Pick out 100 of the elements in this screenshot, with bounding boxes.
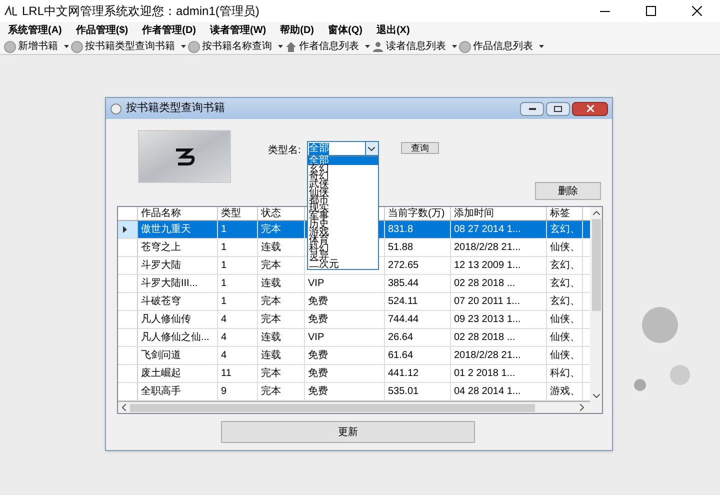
table-cell: 废土崛起 <box>138 365 218 382</box>
table-cell: 傲世九重天 <box>138 221 218 238</box>
table-cell: 斗破苍穹 <box>138 293 218 310</box>
dropdown-option[interactable]: 现实 <box>308 205 378 213</box>
toolbar-button[interactable]: 作者信息列表 <box>285 39 370 54</box>
refresh-button[interactable]: 更新 <box>221 421 475 443</box>
delete-button[interactable]: 删除 <box>535 182 601 200</box>
restore-button[interactable] <box>546 102 570 116</box>
dropdown-option[interactable]: 二次元 <box>308 261 378 269</box>
table-cell: 免费 <box>305 365 385 382</box>
menu-item[interactable]: 系统管理(A) <box>8 23 62 38</box>
table-cell: 完本 <box>258 257 305 274</box>
toolbar-button[interactable]: 按书籍类型查询书籍 <box>71 39 186 54</box>
menu-item[interactable]: 退出(X) <box>376 23 410 38</box>
type-label: 类型名: <box>268 144 301 158</box>
menu-item[interactable]: 窗体(Q) <box>328 23 362 38</box>
dropdown-arrow-button[interactable] <box>364 142 378 155</box>
toolbar-button[interactable]: 按书籍名称查询 <box>188 39 283 54</box>
table-cell: 07 20 2011 1... <box>451 293 547 310</box>
app-icon <box>110 102 122 114</box>
menu-item[interactable]: 作品管理($) <box>76 23 128 38</box>
dropdown-option[interactable]: 全部 <box>308 157 378 165</box>
table-cell: 1 <box>218 293 258 310</box>
column-header[interactable]: 当前字数(万) <box>385 207 451 220</box>
column-header[interactable]: 类型 <box>218 207 258 220</box>
table-cell: 744.44 <box>385 311 451 328</box>
type-dropdown[interactable]: 全部 <box>306 141 379 156</box>
table-cell: 连载 <box>258 275 305 292</box>
circle-icon <box>4 40 16 52</box>
table-cell: 完本 <box>258 365 305 382</box>
toolbar-button[interactable]: 新增书籍 <box>4 39 69 54</box>
table-cell: 08 27 2014 1... <box>451 221 547 238</box>
table-cell: 02 28 2018 ... <box>451 329 547 346</box>
close-icon <box>692 6 702 16</box>
table-cell: 玄幻、 <box>547 275 583 292</box>
dropdown-option[interactable]: 科幻 <box>308 245 378 253</box>
table-cell: VIP <box>305 275 385 292</box>
dropdown-option[interactable]: 历史 <box>308 221 378 229</box>
app-icon <box>4 5 18 17</box>
column-header[interactable]: 作品名称 <box>138 207 218 220</box>
table-cell: 385.44 <box>385 275 451 292</box>
vertical-scrollbar[interactable] <box>590 207 602 402</box>
table-cell: 2018/2/28 21... <box>451 239 547 256</box>
person-icon <box>372 40 384 52</box>
table-cell: 仙侠、 <box>547 239 583 256</box>
column-header[interactable]: 状态 <box>258 207 305 220</box>
table-cell: 免费 <box>305 347 385 364</box>
table-cell: 4 <box>218 311 258 328</box>
table-cell: 斗罗大陆 <box>138 257 218 274</box>
table-cell: 1 <box>218 257 258 274</box>
menu-item[interactable]: 作者管理(D) <box>142 23 196 38</box>
table-cell: 1 <box>218 221 258 238</box>
scrollbar-thumb[interactable] <box>592 219 601 311</box>
table-cell: 26.64 <box>385 329 451 346</box>
table-cell: 凡人修仙传 <box>138 311 218 328</box>
dropdown-option[interactable]: 游戏 <box>308 229 378 237</box>
menu-item[interactable]: 读者管理(W) <box>210 23 266 38</box>
caret-icon <box>181 45 186 48</box>
caret-icon <box>452 45 457 48</box>
table-cell: 仙侠、 <box>547 311 583 328</box>
table-cell: 免费 <box>305 383 385 400</box>
minimize-icon <box>600 10 610 12</box>
toolbar-button[interactable]: 作品信息列表 <box>459 39 544 54</box>
table-cell: 11 <box>218 365 258 382</box>
table-cell: 玄幻、 <box>547 221 583 238</box>
dropdown-option[interactable]: 体育 <box>308 237 378 245</box>
table-cell: 仙侠、 <box>547 329 583 346</box>
close-icon <box>586 105 594 112</box>
dropdown-option[interactable]: 玄幻 <box>308 165 378 173</box>
window-title: LRL中文网管理系统欢迎您：admin1(管理员) <box>22 3 260 20</box>
house-icon <box>285 40 297 52</box>
column-header[interactable]: 标签 <box>547 207 583 220</box>
row-header[interactable] <box>118 221 138 238</box>
column-header[interactable]: 添加时间 <box>451 207 547 220</box>
table-cell: 535.01 <box>385 383 451 400</box>
table-cell: 科幻、 <box>547 365 583 382</box>
circle-icon <box>71 40 83 52</box>
toolbar-button[interactable]: 读者信息列表 <box>372 39 457 54</box>
caret-icon <box>278 45 283 48</box>
dropdown-option[interactable]: 武侠 <box>308 181 378 189</box>
menu-item[interactable]: 帮助(D) <box>280 23 314 38</box>
table-cell: 4 <box>218 329 258 346</box>
table-cell: 4 <box>218 347 258 364</box>
table-cell: 完本 <box>258 383 305 400</box>
scrollbar-thumb[interactable] <box>130 404 535 412</box>
dropdown-option[interactable]: 仙侠 <box>308 189 378 197</box>
query-button[interactable]: 查询 <box>400 142 439 154</box>
table-cell: 09 23 2013 1... <box>451 311 547 328</box>
dropdown-option[interactable]: 奇幻 <box>308 173 378 181</box>
close-button[interactable] <box>572 102 608 116</box>
table-cell: 飞剑问道 <box>138 347 218 364</box>
table-cell: 全职高手 <box>138 383 218 400</box>
dropdown-option[interactable]: 都市 <box>308 197 378 205</box>
table-cell: 831.8 <box>385 221 451 238</box>
table-cell: 51.88 <box>385 239 451 256</box>
minimize-button[interactable] <box>520 102 544 116</box>
horizontal-scrollbar[interactable] <box>118 402 602 413</box>
table-cell: 连载 <box>258 329 305 346</box>
row-pointer-icon <box>123 226 127 233</box>
dropdown-option[interactable]: 灵异 <box>308 253 378 261</box>
